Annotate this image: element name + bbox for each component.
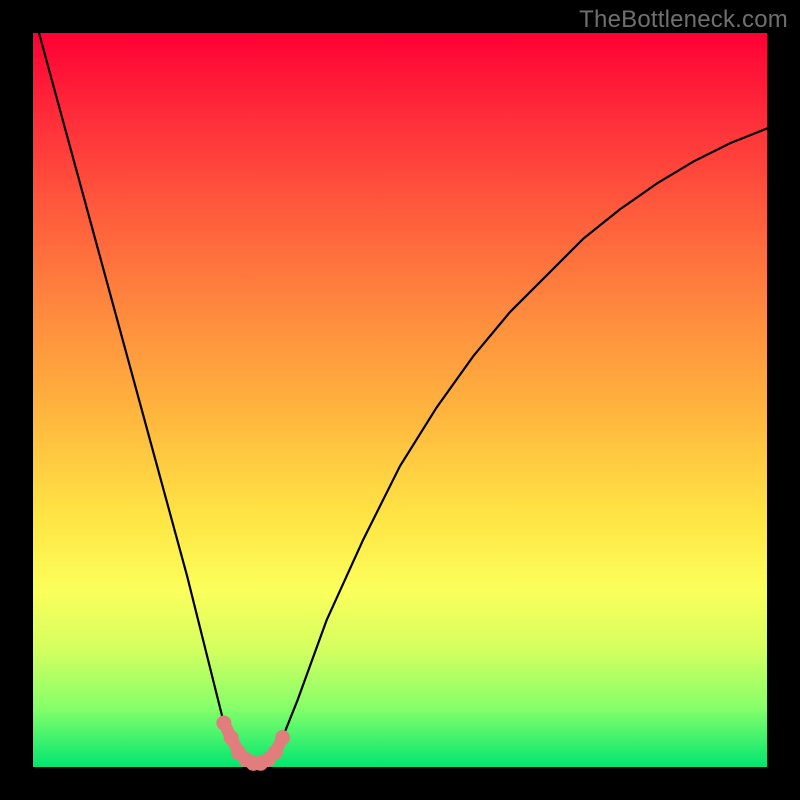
plot-area <box>33 33 767 767</box>
bottleneck-curve-svg <box>33 33 767 767</box>
bottleneck-curve <box>33 11 767 763</box>
marker-dot <box>268 745 283 760</box>
watermark-text: TheBottleneck.com <box>579 6 788 34</box>
marker-dot <box>216 715 231 730</box>
optimal-range-markers <box>216 715 290 770</box>
chart-frame: TheBottleneck.com <box>0 0 800 800</box>
marker-dot <box>275 730 290 745</box>
marker-dot <box>224 730 239 745</box>
